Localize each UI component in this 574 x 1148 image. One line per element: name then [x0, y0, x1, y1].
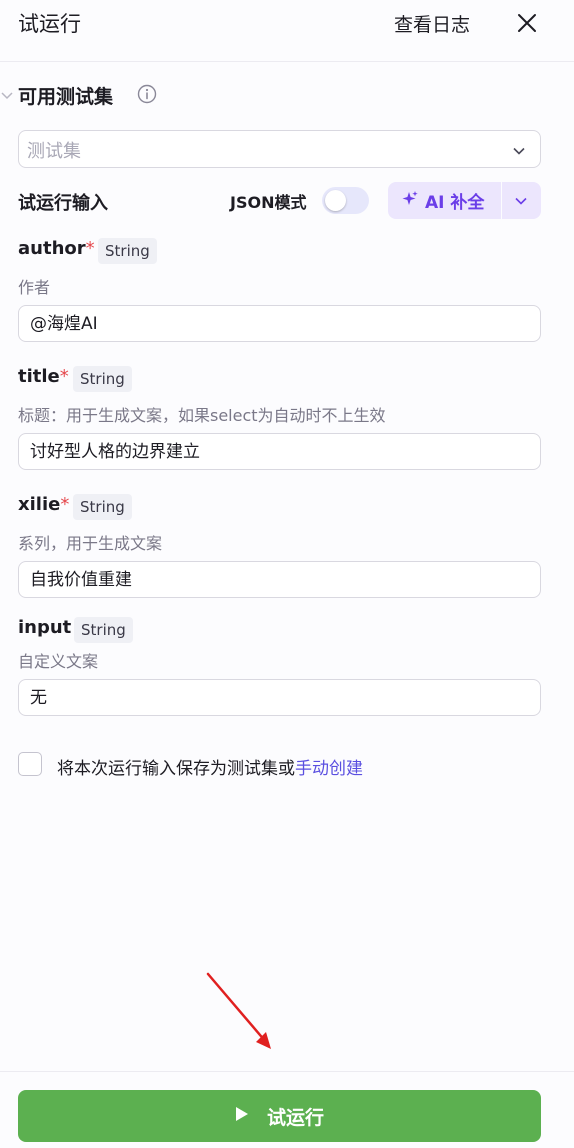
json-mode-toggle[interactable]	[322, 187, 369, 214]
field-description: 系列，用于生成文案	[18, 534, 163, 553]
annotation-arrow-icon	[206, 972, 271, 1049]
chevron-down-icon	[515, 197, 527, 205]
test-set-placeholder: 测试集	[27, 141, 81, 162]
type-tag: String	[73, 494, 132, 520]
type-tag: String	[73, 366, 132, 392]
author-input[interactable]: @海煌AI	[18, 305, 541, 342]
field-description: 标题：用于生成文案，如果select为自动时不上生效	[18, 406, 386, 425]
toggle-knob	[325, 190, 346, 211]
save-as-test-set-checkbox[interactable]	[18, 752, 42, 776]
view-logs-button[interactable]: 查看日志	[394, 10, 470, 37]
run-button-label: 试运行	[266, 1106, 324, 1129]
field-name-input: input	[18, 617, 72, 638]
header-divider	[0, 61, 574, 62]
required-mark: *	[59, 366, 69, 387]
manual-create-link[interactable]: 手动创建	[295, 759, 363, 779]
required-mark: *	[85, 238, 95, 259]
field-name-author: author*	[18, 238, 95, 259]
xilie-input[interactable]: 自我价值重建	[18, 561, 541, 598]
info-icon[interactable]	[137, 84, 157, 104]
field-name-title: title*	[18, 366, 69, 387]
test-set-select[interactable]: 测试集	[18, 130, 541, 168]
field-description: 作者	[18, 278, 51, 297]
save-as-test-set-text: 将本次运行输入保存为测试集或手动创建	[57, 759, 363, 779]
panel-title: 试运行	[18, 12, 81, 36]
chevron-down-icon	[512, 143, 526, 157]
chevron-down-icon[interactable]	[0, 88, 14, 102]
type-tag: String	[74, 617, 133, 643]
ai-complete-label: AI 补全	[425, 193, 485, 213]
play-icon	[235, 1106, 249, 1126]
ai-complete-dropdown[interactable]	[502, 182, 541, 219]
type-tag: String	[98, 238, 157, 264]
close-icon[interactable]	[514, 10, 540, 36]
ai-complete-button[interactable]: AI 补全	[388, 182, 501, 219]
json-mode-label: JSON模式	[230, 193, 307, 212]
test-set-section-title[interactable]: 可用测试集	[18, 82, 113, 109]
run-input-label: 试运行输入	[18, 193, 108, 214]
field-name-xilie: xilie*	[18, 494, 70, 515]
footer-divider	[0, 1071, 574, 1072]
required-mark: *	[60, 494, 70, 515]
title-input[interactable]: 讨好型人格的边界建立	[18, 433, 541, 470]
field-description: 自定义文案	[18, 652, 99, 671]
panel-header: 试运行 查看日志	[0, 0, 574, 50]
run-button[interactable]: 试运行	[18, 1090, 541, 1142]
custom-input[interactable]: 无	[18, 679, 541, 716]
sparkle-icon	[401, 190, 419, 212]
